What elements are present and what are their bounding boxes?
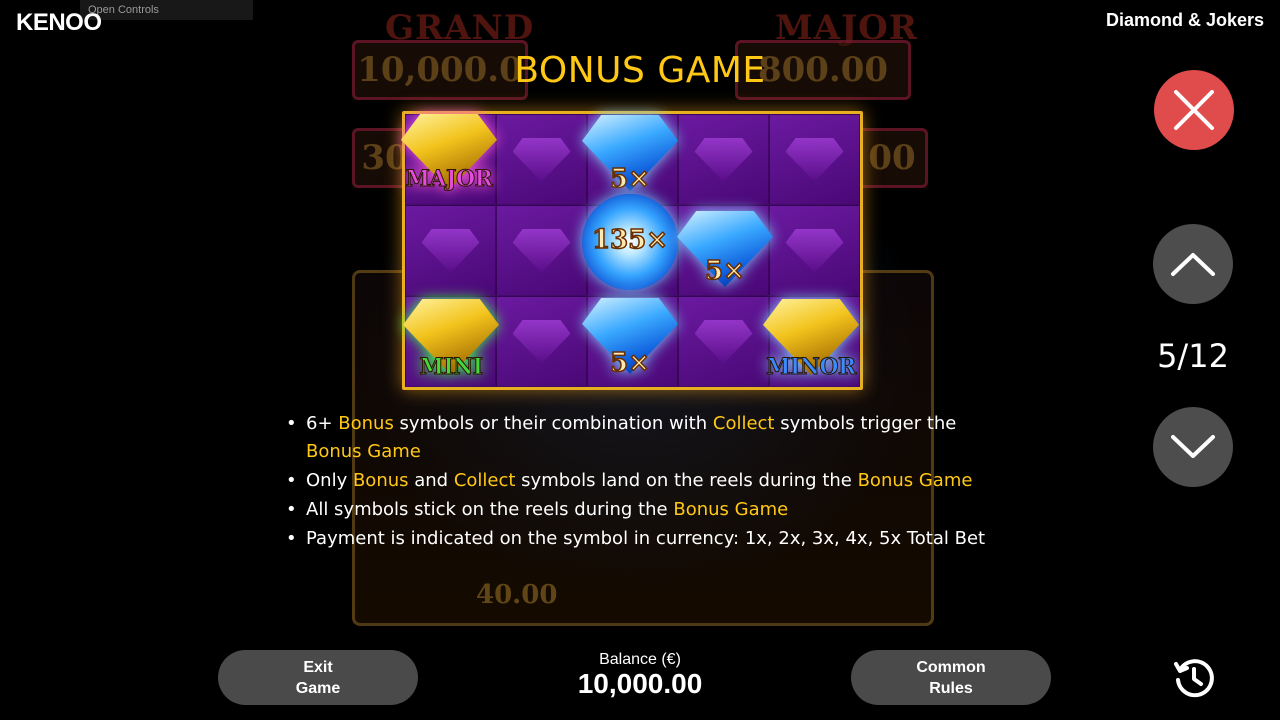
rule-highlight: Bonus Game: [857, 470, 973, 491]
multiplier-label: 5×: [609, 347, 650, 379]
multiplier-label: 135×: [591, 224, 669, 256]
common-rules-button[interactable]: Common Rules: [851, 650, 1051, 705]
exit-game-label: Exit Game: [296, 657, 340, 699]
exit-game-label-line2: Game: [295, 679, 341, 697]
blue-diamond-symbol: 5×: [581, 290, 679, 382]
gold-diamond-mini-symbol: MINI: [400, 290, 502, 384]
exit-game-button[interactable]: Exit Game: [218, 650, 418, 705]
grid-cell: [496, 114, 587, 205]
rule-text: Only: [306, 470, 353, 491]
rule-highlight: Collect: [712, 413, 775, 434]
exit-game-label-line1: Exit: [303, 658, 333, 676]
collect-orb-symbol: 135×: [582, 194, 678, 290]
rules-list: 6+ Bonus symbols or their combination wi…: [286, 410, 1006, 554]
multiplier-label: 5×: [609, 163, 650, 195]
mini-label: MINI: [419, 354, 484, 381]
history-icon: [1174, 659, 1214, 698]
rule-highlight: Bonus: [352, 470, 409, 491]
rule-text: and: [408, 470, 454, 491]
rule-item: All symbols stick on the reels during th…: [286, 496, 1006, 524]
page-title: BONUS GAME: [514, 50, 766, 91]
grid-cell: [678, 114, 769, 205]
purple-gem-icon: [785, 137, 844, 182]
gold-diamond-minor-symbol: MINOR: [759, 290, 863, 384]
rule-highlight: Bonus Game: [673, 499, 789, 520]
purple-gem-icon: [512, 137, 571, 182]
purple-gem-icon: [512, 319, 571, 364]
grid-cell: [769, 114, 860, 205]
bg-jackpot-right-amount: 00: [856, 128, 928, 188]
grid-cell: [678, 296, 769, 387]
bg-reel-amount: 40.00: [476, 580, 558, 610]
common-rules-label-line1: Common: [916, 658, 986, 676]
grid-cell: [769, 205, 860, 296]
purple-gem-icon: [694, 137, 753, 182]
close-button[interactable]: [1154, 70, 1234, 150]
rule-item: Only Bonus and Collect symbols land on t…: [286, 467, 1006, 495]
rule-text: Payment is indicated on the symbol in cu…: [306, 528, 986, 549]
rule-text: symbols trigger the: [774, 413, 957, 434]
purple-gem-icon: [421, 228, 480, 273]
open-controls-button[interactable]: Open Controls: [80, 0, 253, 20]
rule-item: Payment is indicated on the symbol in cu…: [286, 525, 1006, 553]
major-label: MAJOR: [405, 166, 493, 193]
kendoo-logo: KENOO: [16, 9, 102, 36]
rule-text: All symbols stick on the reels during th…: [306, 499, 674, 520]
rule-highlight: Bonus: [338, 413, 394, 434]
previous-page-button[interactable]: [1153, 224, 1233, 304]
rule-text: symbols land on the reels during the: [515, 470, 858, 491]
balance-value: 10,000.00: [577, 668, 703, 699]
multiplier-label: 5×: [704, 255, 745, 287]
purple-gem-icon: [785, 228, 844, 273]
history-button[interactable]: [1172, 656, 1216, 700]
purple-gem-icon: [694, 319, 753, 364]
chevron-up-icon: [1171, 253, 1215, 276]
game-name: Diamond & Jokers: [1105, 10, 1264, 30]
grid-cell: [496, 296, 587, 387]
balance-label: Balance (€): [599, 651, 681, 668]
page-indicator: 5/12: [1157, 337, 1229, 375]
minor-label: MINOR: [766, 354, 857, 381]
blue-diamond-symbol: 5×: [676, 204, 774, 294]
grid-cell: [405, 205, 496, 296]
rule-text: 6+: [306, 413, 339, 434]
grid-cell: [496, 205, 587, 296]
rule-highlight: Bonus Game: [306, 441, 421, 462]
common-rules-label-line2: Rules: [929, 679, 973, 697]
blue-diamond-symbol: 5×: [581, 108, 679, 198]
next-page-button[interactable]: [1153, 407, 1233, 487]
close-icon: [1174, 90, 1214, 130]
common-rules-label: Common Rules: [916, 657, 985, 699]
rule-item: 6+ Bonus symbols or their combination wi…: [286, 410, 1006, 466]
rule-text: symbols or their combination with: [393, 413, 713, 434]
rule-highlight: Collect: [453, 470, 516, 491]
chevron-down-icon: [1171, 435, 1215, 458]
purple-gem-icon: [512, 228, 571, 273]
gold-diamond-major-symbol: MAJOR: [400, 106, 498, 198]
